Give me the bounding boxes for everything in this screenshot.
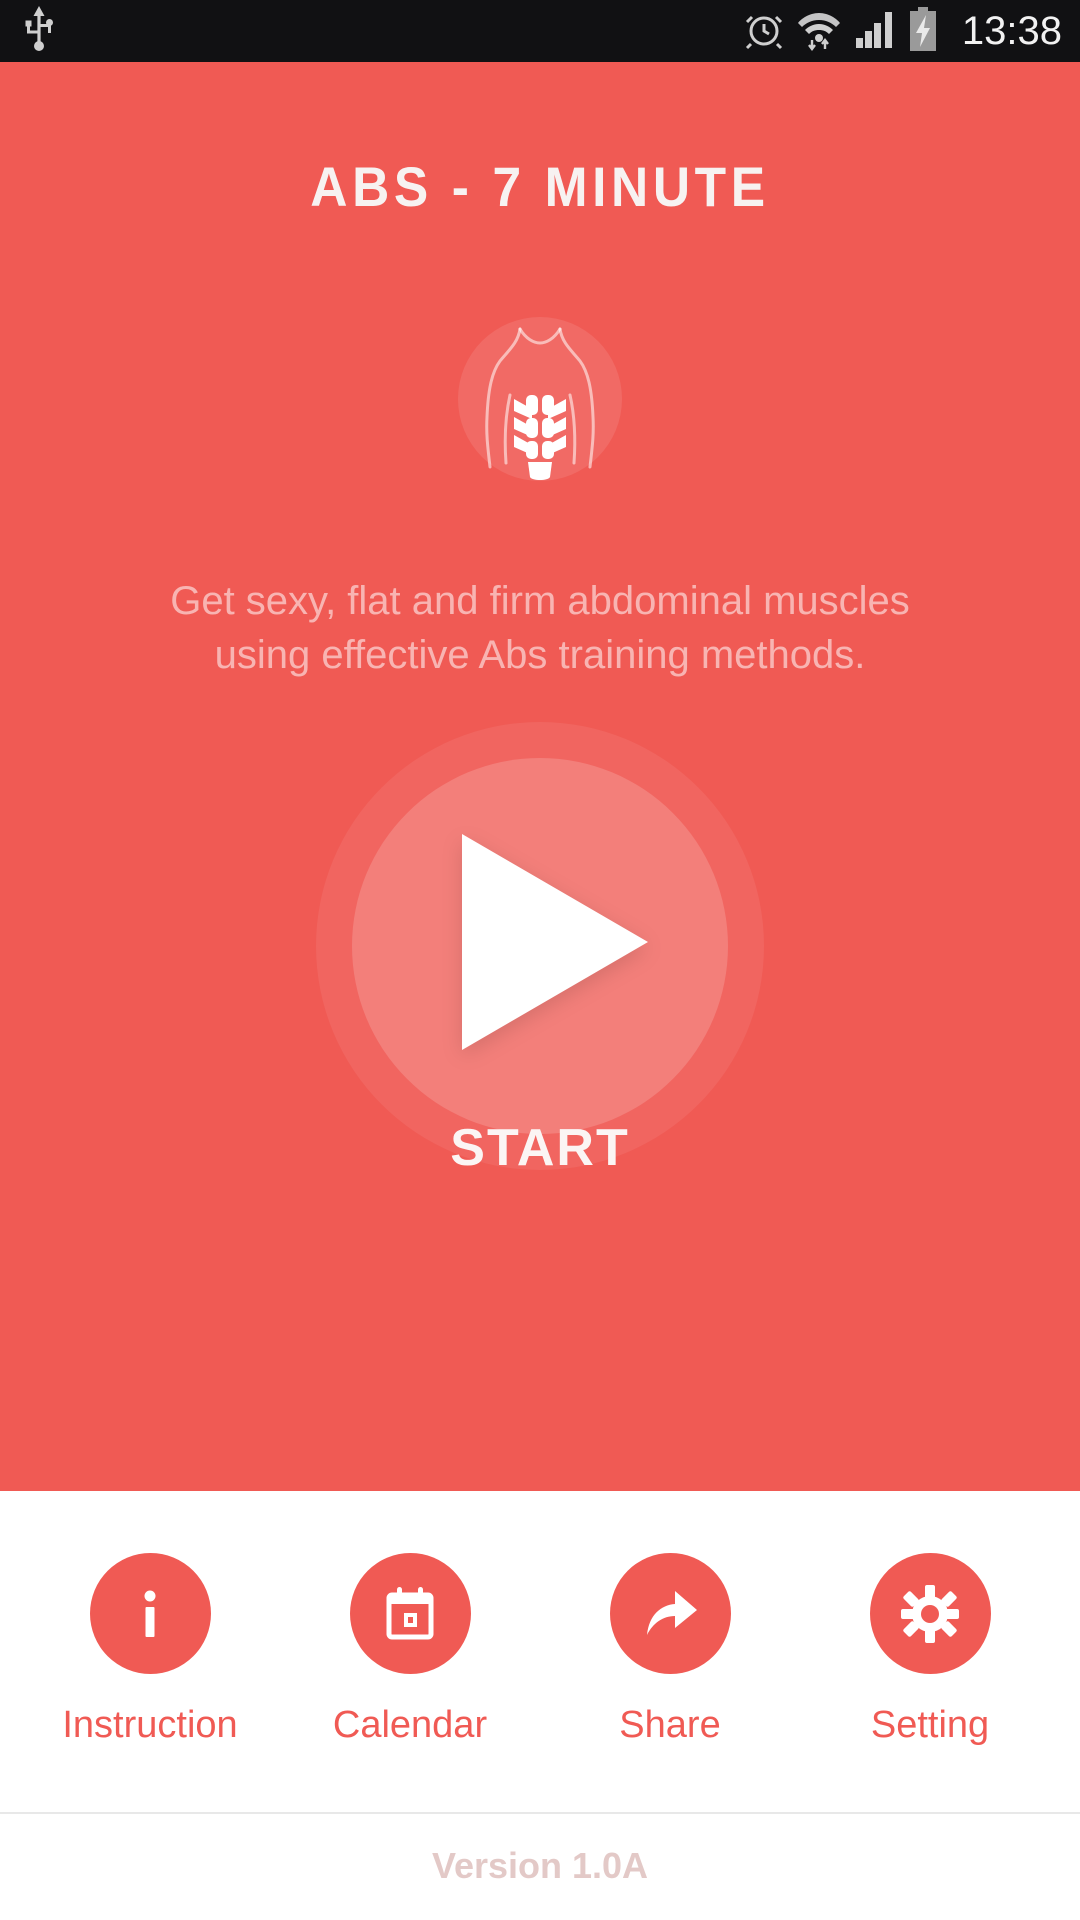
- calendar-icon: [349, 1553, 471, 1674]
- hero-subtitle: Get sexy, flat and firm abdominal muscle…: [0, 574, 1080, 682]
- hero-subtitle-line-1: Get sexy, flat and firm abdominal muscle…: [170, 579, 910, 623]
- status-bar-right: 13:38: [744, 6, 1062, 56]
- status-bar-left: [22, 5, 56, 57]
- cellular-signal-icon: [854, 8, 894, 55]
- nav-item-instruction[interactable]: Instruction: [35, 1491, 265, 1747]
- hero-section: ABS - 7 MINUTE Get sexy, flat and firm a…: [0, 62, 1080, 1491]
- hero-subtitle-line-2: using effective Abs training methods.: [214, 633, 866, 677]
- bottom-nav: Instruction Calendar Share Setting: [0, 1491, 1080, 1802]
- nav-label-instruction: Instruction: [62, 1704, 238, 1746]
- alarm-clock-icon: [744, 8, 784, 55]
- info-icon: [89, 1553, 211, 1674]
- start-play-button[interactable]: [316, 722, 764, 1170]
- nav-label-setting: Setting: [870, 1704, 990, 1746]
- status-bar-clock: 13:38: [961, 8, 1062, 53]
- nav-label-calendar: Calendar: [332, 1704, 488, 1746]
- gear-icon: [869, 1553, 991, 1674]
- nav-item-share[interactable]: Share: [555, 1491, 785, 1747]
- start-label: START: [450, 1119, 630, 1177]
- nav-item-setting[interactable]: Setting: [815, 1491, 1045, 1747]
- usb-icon: [22, 5, 56, 57]
- wifi-icon: [797, 7, 840, 56]
- version-label: Version 1.0A: [431, 1845, 649, 1886]
- share-arrow-icon: [609, 1553, 731, 1674]
- nav-item-calendar[interactable]: Calendar: [295, 1491, 525, 1747]
- status-bar: 13:38: [0, 0, 1080, 62]
- abs-torso-icon: [458, 317, 622, 481]
- battery-charging-icon: [908, 6, 938, 56]
- play-triangle-icon: [462, 834, 648, 1050]
- app-screen: 13:38 ABS - 7 MINUTE Get sexy, flat and …: [0, 0, 1080, 1920]
- page-title: ABS - 7 MINUTE: [310, 155, 770, 218]
- nav-label-share: Share: [619, 1704, 721, 1746]
- footer-divider: [0, 1812, 1080, 1814]
